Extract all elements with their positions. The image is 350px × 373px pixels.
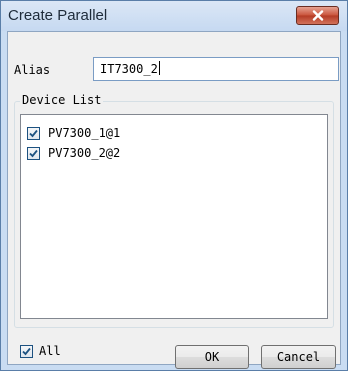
checkmark-icon (22, 347, 31, 355)
all-checkbox[interactable] (20, 344, 33, 358)
window-title: Create Parallel (8, 7, 108, 24)
device-checkbox[interactable] (27, 126, 40, 140)
alias-input[interactable]: IT7300_2 (93, 57, 339, 81)
device-list-title: Device List (20, 93, 104, 107)
alias-input-value: IT7300_2 (100, 62, 158, 76)
device-label: PV7300_1@1 (48, 126, 121, 140)
cancel-button[interactable]: Cancel (261, 345, 336, 369)
create-parallel-dialog: Create Parallel Alias IT7300_2 Device Li… (0, 0, 348, 371)
text-caret (158, 61, 160, 75)
checkmark-icon (29, 149, 38, 157)
alias-label: Alias (14, 63, 51, 77)
dialog-body: Alias IT7300_2 Device List PV7300_1@1 PV… (7, 31, 341, 369)
device-label: PV7300_2@2 (48, 146, 121, 160)
close-icon (312, 10, 323, 21)
list-item[interactable]: PV7300_1@1 (27, 125, 120, 141)
device-listbox[interactable]: PV7300_1@1 PV7300_2@2 (20, 114, 328, 319)
all-label: All (39, 344, 61, 358)
ok-button[interactable]: OK (175, 345, 249, 369)
list-item[interactable]: PV7300_2@2 (27, 145, 120, 161)
title-bar[interactable]: Create Parallel (1, 1, 347, 31)
close-button[interactable] (296, 6, 339, 25)
device-checkbox[interactable] (27, 146, 40, 160)
select-all-checkbox[interactable]: All (20, 344, 61, 358)
checkmark-icon (29, 129, 38, 137)
